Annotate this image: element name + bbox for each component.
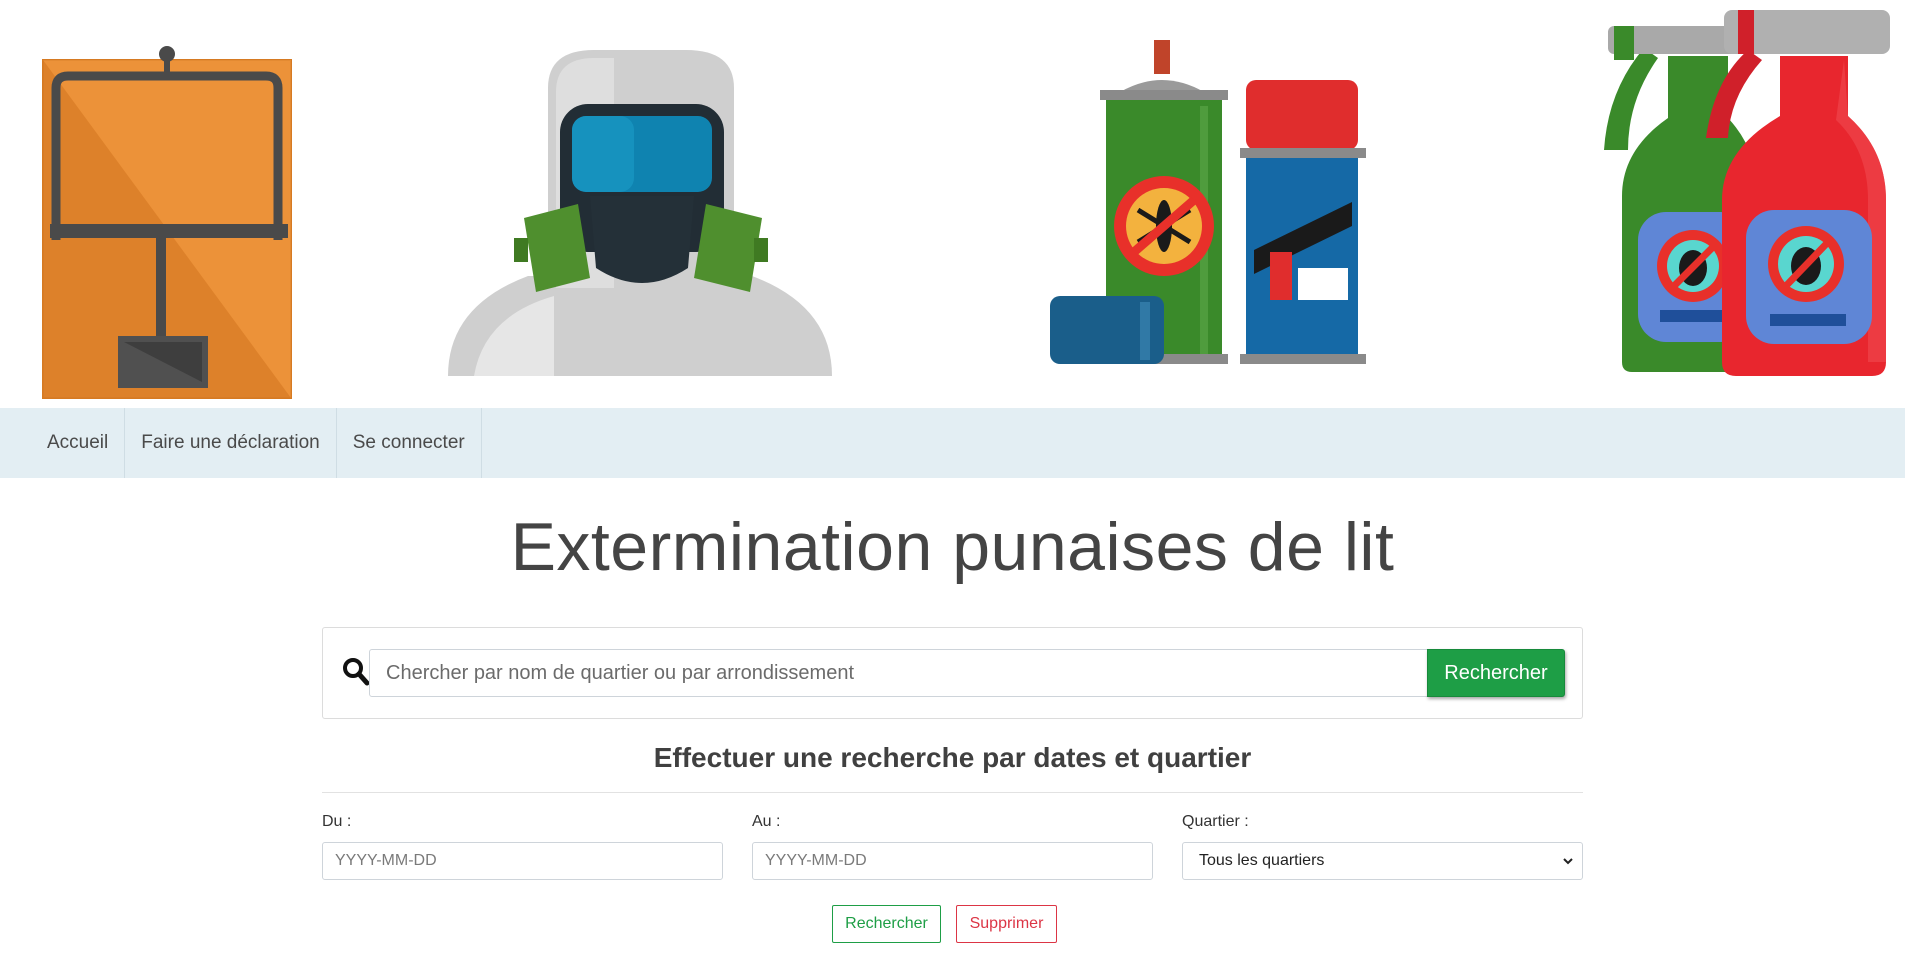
insecticide-cans-illustration (1050, 40, 1366, 364)
spray-bottles-illustration (1604, 10, 1890, 376)
district-label: Quartier : (1182, 813, 1249, 830)
date-search-title: Effectuer une recherche par dates et qua… (653, 742, 1252, 773)
from-date-input[interactable] (322, 842, 723, 880)
section-divider (322, 792, 1583, 793)
nav-item-declaration[interactable]: Faire une déclaration (125, 408, 337, 478)
district-select-value: Tous les quartiers (1199, 852, 1325, 869)
page-title: Extermination punaises de lit (510, 509, 1395, 585)
search-card: Rechercher (322, 627, 1583, 719)
district-select[interactable]: Tous les quartiers (1182, 842, 1583, 880)
search-button[interactable]: Rechercher (1427, 649, 1565, 697)
date-search-button[interactable]: Rechercher (832, 905, 941, 943)
hazmat-suit-illustration (448, 50, 832, 376)
header-banner (0, 0, 1904, 408)
nav-item-accueil[interactable]: Accueil (0, 408, 126, 478)
from-date-label: Du : (322, 813, 352, 830)
delete-button[interactable]: Supprimer (956, 905, 1057, 943)
chevron-down-icon (1563, 858, 1573, 865)
search-input[interactable] (369, 649, 1429, 697)
main-navbar: Accueil Faire une déclaration Se connect… (0, 408, 1905, 478)
to-date-label: Au : (752, 813, 781, 830)
mousetrap-illustration (42, 46, 292, 399)
search-icon (343, 658, 370, 686)
nav-item-login[interactable]: Se connecter (337, 408, 482, 478)
to-date-input[interactable] (752, 842, 1153, 880)
